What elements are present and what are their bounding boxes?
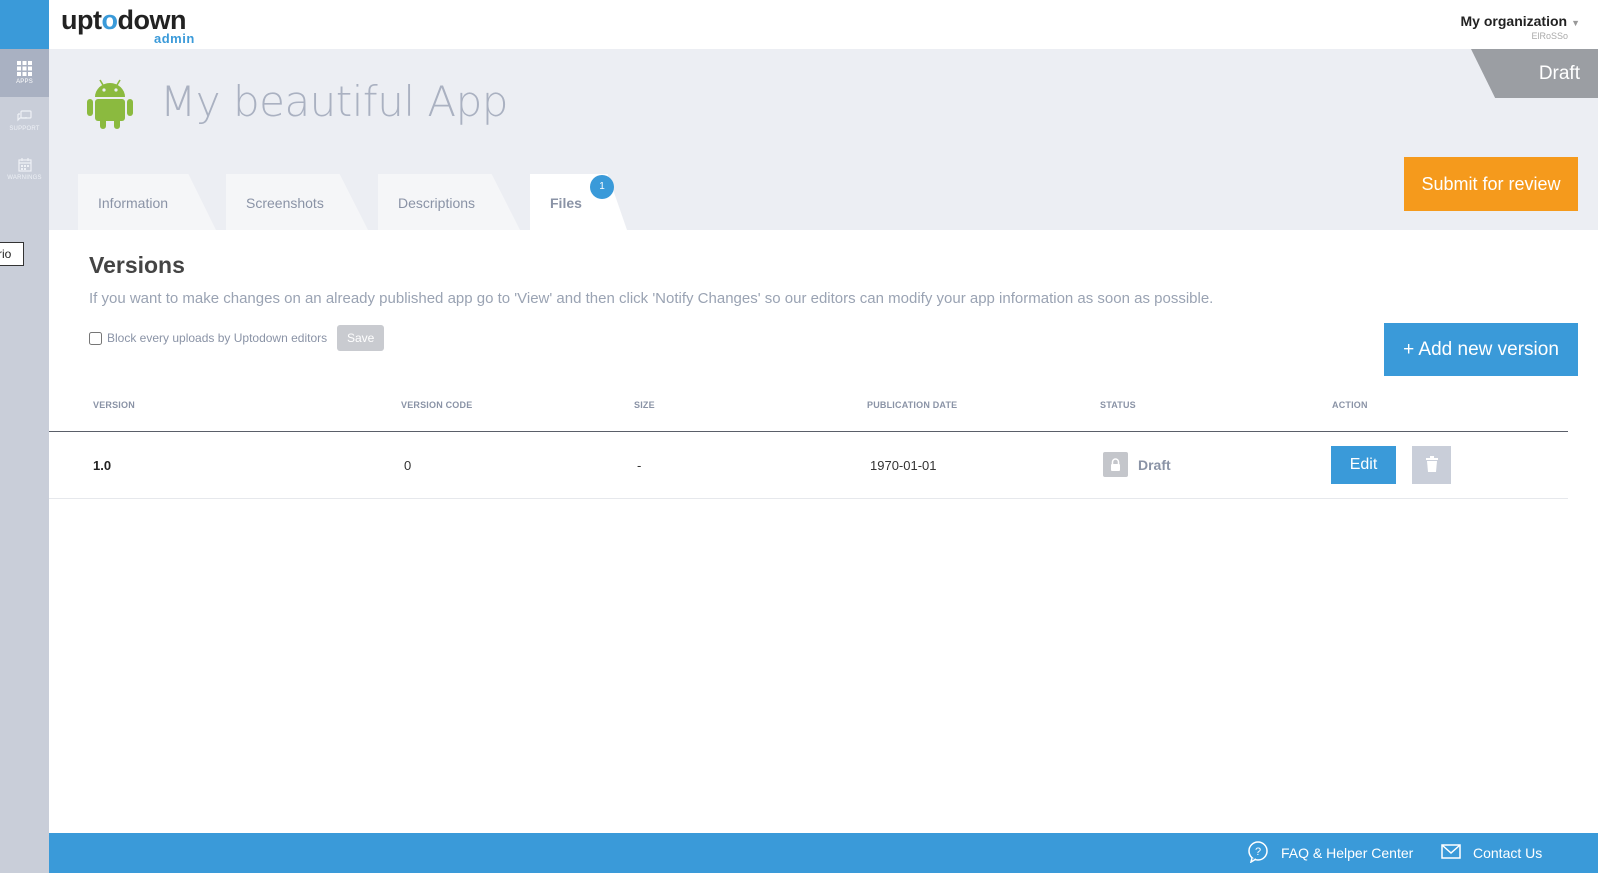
status-ribbon: Draft bbox=[1471, 49, 1598, 98]
uptodown-logo[interactable]: uptodown admin bbox=[61, 7, 194, 47]
logo-text: uptodown bbox=[61, 7, 186, 34]
edit-button[interactable]: Edit bbox=[1331, 446, 1396, 484]
column-header-version: VERSION bbox=[93, 400, 135, 410]
svg-text:?: ? bbox=[1255, 846, 1261, 858]
column-header-publication-date: PUBLICATION DATE bbox=[867, 400, 958, 410]
cell-publication-date: 1970-01-01 bbox=[870, 458, 937, 473]
page-title: My beautiful App bbox=[160, 77, 508, 126]
sidebar-item-apps[interactable]: APPS bbox=[0, 49, 49, 97]
app-header: My beautiful App Draft Submit for review… bbox=[49, 49, 1598, 230]
cell-size: - bbox=[637, 458, 642, 473]
contact-link[interactable]: Contact Us bbox=[1441, 833, 1542, 873]
block-uploads-row: Block every uploads by Uptodown editors … bbox=[89, 325, 385, 351]
tab-descriptions[interactable]: Descriptions bbox=[378, 174, 520, 230]
delete-button[interactable] bbox=[1412, 446, 1451, 484]
tab-information[interactable]: Information bbox=[78, 174, 216, 230]
files-count-badge: 1 bbox=[590, 175, 614, 199]
sidebar: APPS SUPPORT WARNINGS rio bbox=[0, 0, 49, 873]
section-title: Versions bbox=[89, 252, 185, 278]
table-header: VERSION VERSION CODE SIZE PUBLICATION DA… bbox=[49, 390, 1568, 432]
status-badge: Draft bbox=[1138, 457, 1171, 473]
grid-icon bbox=[17, 61, 32, 76]
org-name: My organization bbox=[1460, 13, 1568, 29]
logo-prefix: upt bbox=[61, 5, 102, 35]
save-button[interactable]: Save bbox=[337, 325, 385, 351]
tab-screenshots[interactable]: Screenshots bbox=[226, 174, 368, 230]
sidebar-item-label: SUPPORT bbox=[9, 126, 40, 132]
sidebar-item-label: APPS bbox=[16, 79, 33, 85]
footer: ? FAQ & Helper Center Contact Us bbox=[49, 833, 1598, 873]
block-uploads-label: Block every uploads by Uptodown editors bbox=[107, 331, 328, 345]
cell-version-code: 0 bbox=[404, 458, 412, 473]
help-icon: ? bbox=[1247, 840, 1281, 866]
faq-link[interactable]: ? FAQ & Helper Center bbox=[1247, 833, 1413, 873]
sidebar-item-support[interactable]: SUPPORT bbox=[0, 97, 49, 145]
android-icon bbox=[87, 77, 133, 134]
submit-for-review-button[interactable]: Submit for review bbox=[1404, 157, 1578, 211]
chat-icon bbox=[17, 110, 32, 123]
org-name-row: My organization ▼ bbox=[1461, 13, 1580, 29]
lock-icon bbox=[1103, 452, 1128, 477]
column-header-size: SIZE bbox=[634, 400, 655, 410]
cell-version: 1.0 bbox=[93, 458, 112, 473]
add-new-version-button[interactable]: + Add new version bbox=[1384, 323, 1578, 376]
contact-label: Contact Us bbox=[1473, 845, 1543, 861]
mail-icon bbox=[1441, 844, 1473, 862]
faq-label: FAQ & Helper Center bbox=[1281, 845, 1414, 861]
sidebar-item-warnings[interactable]: WARNINGS bbox=[0, 145, 49, 193]
versions-table: VERSION VERSION CODE SIZE PUBLICATION DA… bbox=[49, 390, 1568, 499]
organization-menu[interactable]: My organization ▼ ElRoSSo bbox=[1461, 13, 1580, 41]
block-uploads-checkbox[interactable] bbox=[89, 331, 102, 345]
info-text: If you want to make changes on an alread… bbox=[89, 290, 1214, 307]
calendar-icon bbox=[17, 157, 32, 172]
column-header-status: STATUS bbox=[1100, 400, 1136, 410]
column-header-action: ACTION bbox=[1332, 400, 1368, 410]
table-row: 1.0 0 - 1970-01-01 Draft Edit bbox=[49, 432, 1568, 499]
caret-down-icon: ▼ bbox=[1571, 18, 1580, 28]
trash-icon bbox=[1425, 455, 1438, 475]
org-user: ElRoSSo bbox=[1531, 31, 1568, 41]
logo-sub: admin bbox=[154, 31, 195, 46]
sidebar-item-label: WARNINGS bbox=[7, 174, 42, 181]
sidebar-tooltip: rio bbox=[0, 242, 24, 266]
logo-o: o bbox=[101, 5, 118, 35]
column-header-version-code: VERSION CODE bbox=[401, 400, 473, 410]
sidebar-top bbox=[0, 0, 49, 49]
topbar: uptodown admin My organization ▼ ElRoSSo bbox=[49, 0, 1598, 49]
